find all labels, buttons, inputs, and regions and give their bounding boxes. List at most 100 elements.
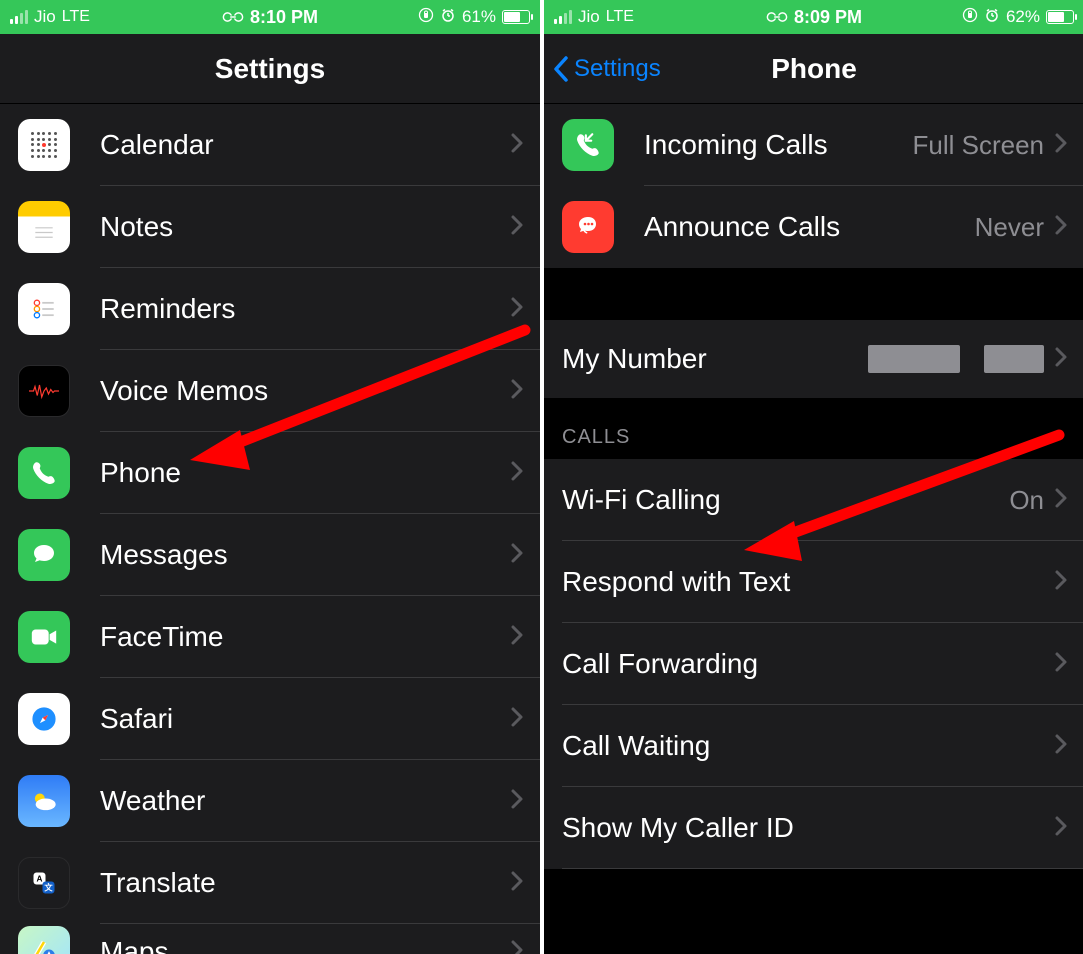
alarm-icon [440,7,456,28]
row-label: Weather [100,785,510,817]
row-value: On [1009,485,1044,516]
battery-percent: 62% [1006,7,1040,27]
weather-icon [18,775,70,827]
row-label: Phone [100,457,510,489]
hotspot-icon [222,11,244,23]
row-wifi-calling[interactable]: Wi-Fi Calling On [544,459,1083,541]
phone-icon [18,447,70,499]
row-incoming-calls[interactable]: Incoming Calls Full Screen [544,104,1083,186]
network-type: LTE [62,8,90,26]
notes-icon [18,201,70,253]
row-calendar[interactable]: Calendar [0,104,540,186]
incoming-call-icon [562,119,614,171]
safari-icon [18,693,70,745]
carrier-label: Jio [34,7,56,27]
row-label: Translate [100,867,510,899]
battery-percent: 61% [462,7,496,27]
chevron-right-icon [1054,815,1068,842]
chevron-right-icon [510,378,524,405]
row-label: Call Forwarding [562,648,1054,680]
nav-header: Settings [0,34,540,104]
chevron-right-icon [510,132,524,159]
chevron-right-icon [510,214,524,241]
clock-time: 8:10 PM [250,7,318,28]
chevron-right-icon [1054,214,1068,241]
row-call-forwarding[interactable]: Call Forwarding [544,623,1083,705]
svg-text:A: A [37,875,43,884]
phone-settings-screen: Jio LTE 8:09 PM 62% Settings Ph [544,0,1083,954]
row-label: Notes [100,211,510,243]
hotspot-icon [766,11,788,23]
chevron-right-icon [510,624,524,651]
chevron-right-icon [510,788,524,815]
row-label: Reminders [100,293,510,325]
back-button[interactable]: Settings [552,34,661,103]
alarm-icon [984,7,1000,28]
row-label: Incoming Calls [644,129,913,161]
chevron-right-icon [1054,346,1068,373]
reminders-icon [18,283,70,335]
translate-icon: A文 [18,857,70,909]
maps-icon [18,926,70,954]
chevron-right-icon [510,939,524,954]
chevron-right-icon [1054,569,1068,596]
row-value: Never [975,212,1044,243]
calendar-icon [18,119,70,171]
row-label: Maps [100,936,510,954]
settings-screen: Jio LTE 8:10 PM 61% Settings [0,0,540,954]
row-label: FaceTime [100,621,510,653]
row-voice-memos[interactable]: Voice Memos [0,350,540,432]
calls-list: Wi-Fi Calling On Respond with Text Call … [544,459,1083,869]
row-label: Wi-Fi Calling [562,484,1009,516]
chevron-right-icon [1054,487,1068,514]
row-my-number[interactable]: My Number [544,320,1083,398]
chevron-right-icon [1054,651,1068,678]
chevron-right-icon [1054,733,1068,760]
svg-text:文: 文 [44,883,53,893]
row-label: Announce Calls [644,211,975,243]
row-label: Voice Memos [100,375,510,407]
carrier-label: Jio [578,7,600,27]
row-call-waiting[interactable]: Call Waiting [544,705,1083,787]
row-label: Respond with Text [562,566,1054,598]
section-header-calls: CALLS [544,398,1083,459]
row-announce-calls[interactable]: Announce Calls Never [544,186,1083,268]
row-label: Calendar [100,129,510,161]
chevron-right-icon [1054,132,1068,159]
my-number-section: My Number [544,320,1083,398]
row-label: Show My Caller ID [562,812,1054,844]
row-translate[interactable]: A文 Translate [0,842,540,924]
signal-icon [554,10,572,24]
battery-icon [502,10,530,24]
chevron-right-icon [510,870,524,897]
orientation-lock-icon [962,7,978,28]
row-reminders[interactable]: Reminders [0,268,540,350]
orientation-lock-icon [418,7,434,28]
page-title: Phone [771,53,857,85]
row-notes[interactable]: Notes [0,186,540,268]
announce-calls-icon [562,201,614,253]
row-label: Messages [100,539,510,571]
row-messages[interactable]: Messages [0,514,540,596]
status-bar: Jio LTE 8:10 PM 61% [0,0,540,34]
settings-list[interactable]: Calendar Notes Reminders Voice Memos [0,104,540,954]
phone-top-list: Incoming Calls Full Screen Announce Call… [544,104,1083,268]
facetime-icon [18,611,70,663]
row-label: Call Waiting [562,730,1054,762]
chevron-right-icon [510,296,524,323]
chevron-right-icon [510,542,524,569]
chevron-right-icon [510,460,524,487]
page-title: Settings [215,53,325,85]
row-weather[interactable]: Weather [0,760,540,842]
row-phone[interactable]: Phone [0,432,540,514]
chevron-right-icon [510,706,524,733]
nav-header: Settings Phone [544,34,1083,104]
row-safari[interactable]: Safari [0,678,540,760]
row-respond-with-text[interactable]: Respond with Text [544,541,1083,623]
back-label: Settings [574,55,661,83]
network-type: LTE [606,8,634,26]
row-show-my-caller-id[interactable]: Show My Caller ID [544,787,1083,869]
row-maps[interactable]: Maps [0,924,540,954]
row-facetime[interactable]: FaceTime [0,596,540,678]
row-label: My Number [562,343,868,375]
